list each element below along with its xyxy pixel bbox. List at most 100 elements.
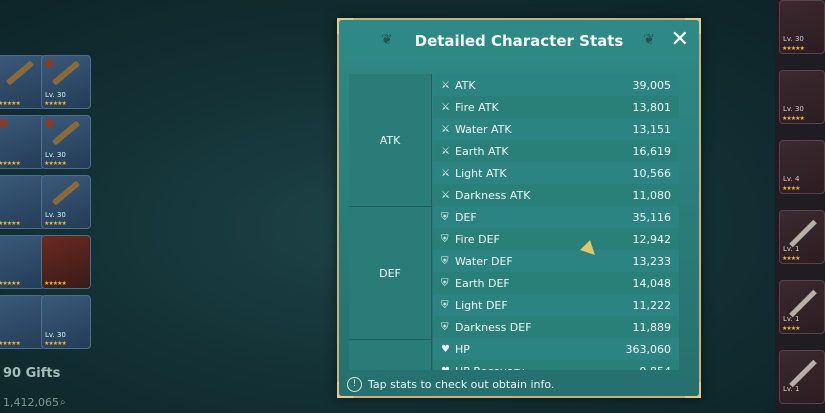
inventory-item[interactable]: ★★★★★ [0, 175, 45, 229]
right-inventory-column: Lv. 30 ★★★★★ Lv. 30 ★★★★★ Lv. 4 ★★★★ Lv. 1 ★… [775, 0, 825, 413]
gifts-count: 90 Gifts [3, 366, 61, 381]
stat-row[interactable]: ⛨ Earth DEF 14,048 [433, 272, 679, 294]
star-rating: ★★★★★ [44, 220, 67, 227]
inventory-item[interactable]: Lv. 4 ★★★★ [779, 140, 825, 194]
item-level: Lv. 30 [783, 35, 804, 43]
inventory-item[interactable]: Lv. 30 ★★★★★ [779, 70, 825, 124]
star-rating: ★★★★★ [782, 115, 805, 122]
earth-atk-icon: ⚔ [441, 145, 450, 157]
shield-icon: ⛨ [441, 211, 449, 223]
light-atk-icon: ⚔ [441, 167, 450, 179]
item-level: Lv. 1 [783, 385, 800, 393]
hp-recovery-icon: ♥ [441, 366, 455, 371]
stat-row[interactable]: ⚔ Water ATK 13,151 [433, 118, 679, 140]
stat-row[interactable]: ⚔ Darkness ATK 11,080 [433, 184, 679, 206]
inventory-item[interactable]: Lv. 1 ★★★★ [779, 280, 825, 334]
stat-value: 14,048 [632, 276, 672, 290]
stat-name: Darkness DEF [455, 320, 532, 334]
stat-value: 363,060 [625, 342, 672, 356]
item-level: Lv. 4 [783, 175, 800, 183]
inventory-item[interactable]: Lv. 30 ★★★★★ [41, 55, 91, 109]
stat-name: HP [455, 342, 470, 356]
stat-name: Earth DEF [455, 276, 510, 290]
item-level: Lv. 30 [45, 91, 66, 99]
stat-value: 10,566 [632, 166, 672, 180]
stat-value: 13,801 [632, 100, 672, 114]
stat-row[interactable]: ⛨ Fire DEF 12,942 [433, 228, 679, 250]
inventory-item[interactable]: Lv. 1 [779, 350, 825, 404]
darkness-def-icon: ⛨ [441, 321, 449, 333]
stats-table: ATK DEF ⚔ ATK 39,005 ⚔ Fire ATK 13,801 ⚔ Water … [349, 74, 679, 370]
stat-value: 13,151 [632, 122, 672, 136]
heart-icon: ♥ [441, 343, 450, 355]
inventory-item[interactable]: ★★★★★ [0, 295, 45, 349]
weapon-icon [51, 60, 81, 86]
stat-row[interactable]: ♥HP Recovery9,854 [433, 360, 679, 370]
stat-value: 11,889 [632, 320, 672, 334]
inventory-item[interactable]: Lv. 30 ★★★★★ [41, 115, 91, 169]
item-level: Lv. 1 [783, 245, 800, 253]
stats-rows: ⚔ ATK 39,005 ⚔ Fire ATK 13,801 ⚔ Water ATK 13,15… [433, 74, 679, 370]
leaf-ornament-icon: ❦ [643, 32, 655, 48]
stat-row[interactable]: ⚔ ATK 39,005 [433, 74, 679, 96]
sword-icon [789, 219, 817, 248]
star-rating: ★★★★★ [0, 220, 21, 227]
category-def: DEF [349, 207, 431, 340]
inventory-item[interactable]: ★★★★★ [0, 235, 45, 289]
stat-name: DEF [455, 210, 477, 224]
star-rating: ★★★★★ [44, 340, 67, 347]
star-rating: ★★★★★ [44, 100, 67, 107]
gem-icon [0, 119, 8, 128]
stat-name: Light DEF [455, 298, 508, 312]
stat-value: 39,005 [632, 78, 672, 92]
inventory-item[interactable]: Lv. 30 ★★★★★ [779, 0, 825, 54]
inventory-item[interactable]: Lv. 1 ★★★★ [779, 210, 825, 264]
inventory-item[interactable]: Lv. 30 ★★★★★ [41, 295, 91, 349]
stat-name: Fire ATK [455, 100, 499, 114]
stat-row[interactable]: ⛨ Light DEF 11,222 [433, 294, 679, 316]
item-level: Lv. 1 [783, 315, 800, 323]
stat-row[interactable]: ⛨ DEF 35,116 [433, 206, 679, 228]
item-level: Lv. 30 [45, 151, 66, 159]
stat-row[interactable]: ⚔ Light ATK 10,566 [433, 162, 679, 184]
stat-value: 12,942 [632, 232, 672, 246]
star-rating: ★★★★★ [0, 100, 21, 107]
inventory-item[interactable]: ★★★★★ [0, 115, 45, 169]
star-rating: ★★★★ [782, 325, 800, 332]
inventory-item[interactable]: Lv. 30 ★★★★★ [41, 175, 91, 229]
inventory-item[interactable]: ★★★★★ [41, 235, 91, 289]
star-rating: ★★★★★ [44, 280, 67, 287]
stat-name: HP Recovery [455, 365, 640, 371]
star-rating: ★★★★★ [0, 280, 21, 287]
inventory-grid: ★★★★★ Lv. 30 ★★★★★ ★★★★★ Lv. 30 ★★★★★ ★★★★… [0, 55, 95, 355]
gem-icon [45, 59, 54, 68]
search-icon[interactable]: ⌕ [60, 397, 66, 408]
inventory-item[interactable]: ★★★★★ [0, 55, 45, 109]
stat-row[interactable]: ⛨ Darkness DEF 11,889 [433, 316, 679, 338]
character-stats-dialog: ❦ Detailed Character Stats ❦ ✕ ATK DEF ⚔… [337, 18, 701, 398]
stat-row[interactable]: ⚔ Earth ATK 16,619 [433, 140, 679, 162]
item-level: Lv. 30 [45, 211, 66, 219]
stat-value: 13,233 [632, 254, 672, 268]
fire-atk-icon: ⚔ [441, 101, 450, 113]
stat-row[interactable]: ⚔ Fire ATK 13,801 [433, 96, 679, 118]
star-rating: ★★★★★ [0, 340, 21, 347]
close-button[interactable]: ✕ [671, 28, 689, 52]
stat-value: 35,116 [632, 210, 672, 224]
sword-icon [789, 359, 817, 388]
stat-name: Water DEF [455, 254, 513, 268]
weapon-icon [51, 180, 81, 206]
hint-text: Tap stats to check out obtain info. [368, 378, 555, 391]
stat-row[interactable]: ♥ HP 363,060 [433, 338, 679, 360]
stat-value: 16,619 [632, 144, 672, 158]
stat-row[interactable]: ⛨ Water DEF 13,233 [433, 250, 679, 272]
star-rating: ★★★★★ [44, 160, 67, 167]
earth-def-icon: ⛨ [441, 277, 449, 289]
darkness-atk-icon: ⚔ [441, 189, 450, 201]
light-def-icon: ⛨ [441, 299, 449, 311]
stat-value: 9,854 [640, 365, 672, 371]
fire-def-icon: ⛨ [441, 233, 449, 245]
item-level: Lv. 30 [783, 105, 804, 113]
gem-icon [45, 119, 54, 128]
stat-value: 11,222 [632, 298, 672, 312]
